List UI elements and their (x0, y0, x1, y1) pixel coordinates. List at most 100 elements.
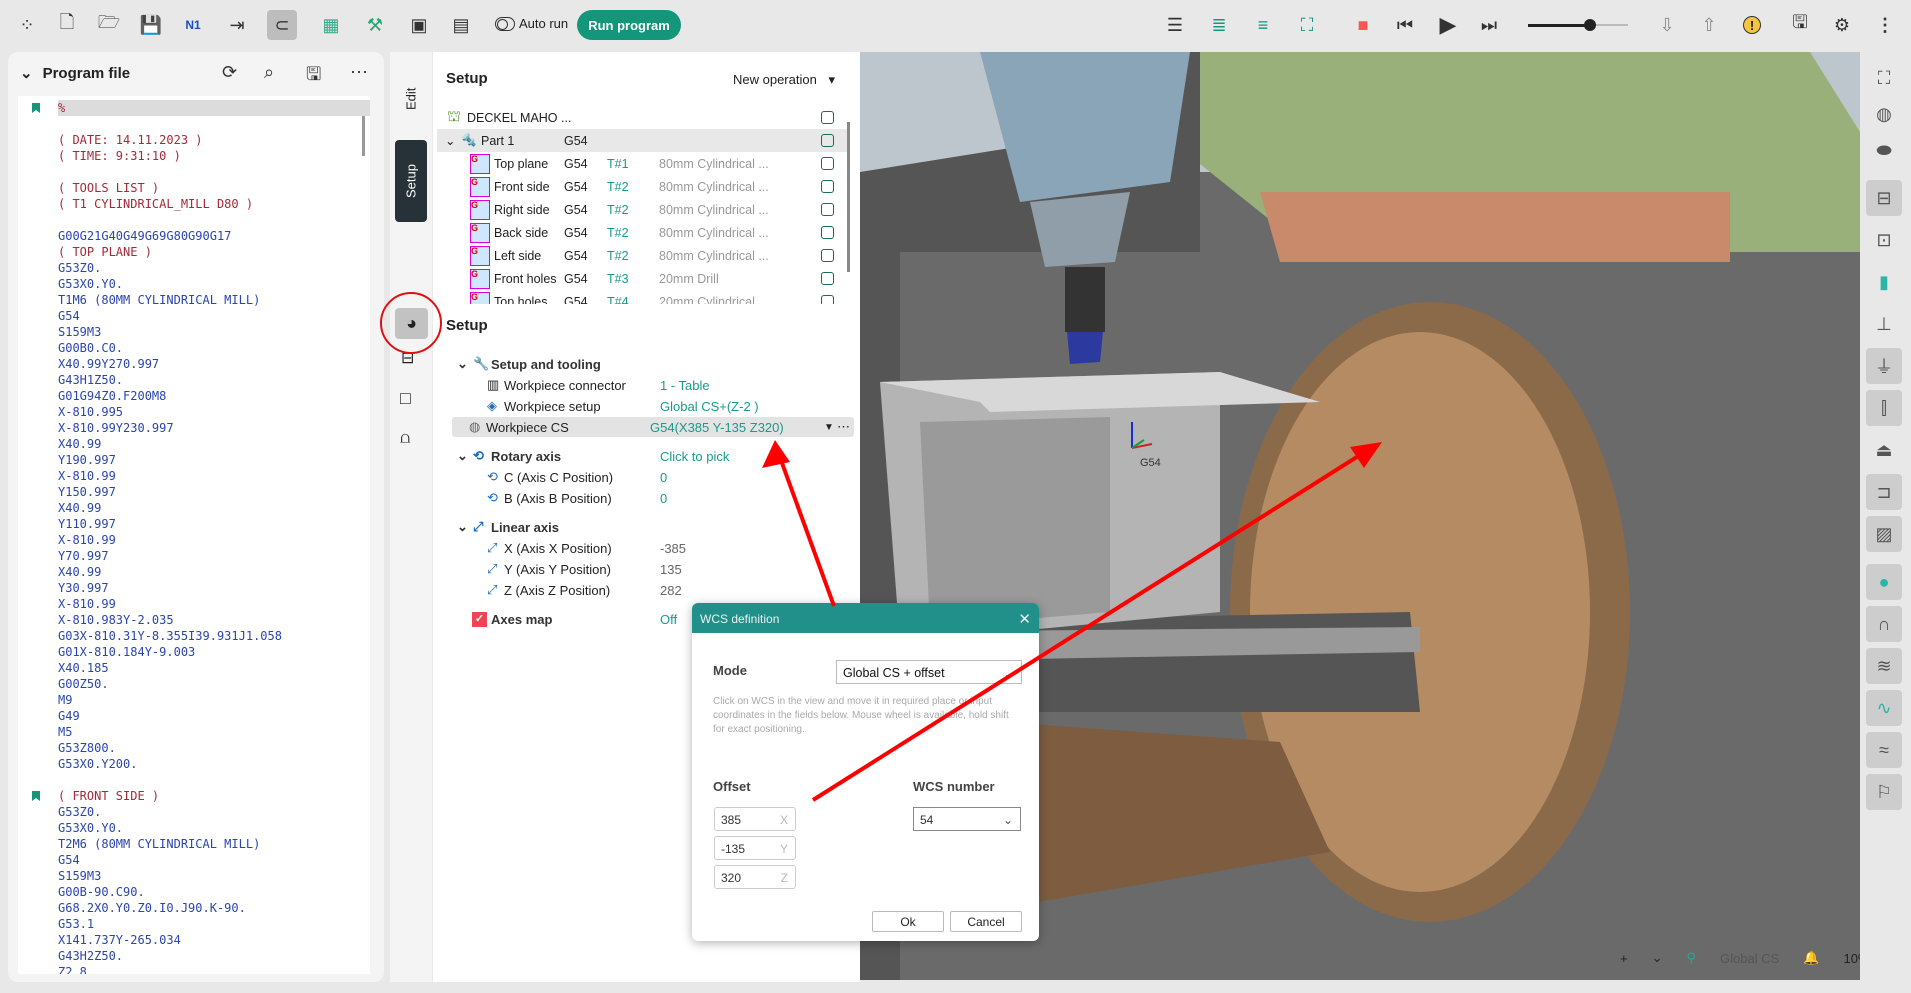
bookmark-icon[interactable] (32, 791, 40, 801)
list-indent-icon[interactable]: ≣ (1204, 10, 1234, 40)
code-line[interactable]: X40.99 (58, 564, 101, 580)
refresh-icon[interactable]: ⟳ (222, 62, 237, 83)
cs-axes-icon[interactable]: ⚲ (1687, 950, 1697, 966)
slider-knob[interactable] (1584, 19, 1596, 31)
ok-button[interactable]: Ok (872, 911, 944, 932)
more-icon[interactable]: ⋯ (350, 62, 368, 83)
apps-icon[interactable]: ⁘ (12, 10, 42, 40)
code-line[interactable]: G49 (58, 708, 80, 724)
surface-icon[interactable]: ≋ (1866, 648, 1902, 684)
checkbox[interactable] (821, 295, 834, 304)
checkbox[interactable] (821, 226, 834, 239)
group-rotary-axis[interactable]: ⌄ ⟲ Rotary axis Click to pick (451, 446, 861, 466)
fixture-icon[interactable]: ⊡ (1866, 222, 1902, 258)
controller-icon[interactable]: ▣ (404, 10, 434, 40)
hatch-icon[interactable]: ▨ (1866, 516, 1902, 552)
code-line[interactable]: X40.99 (58, 500, 101, 516)
more-icon[interactable]: ⋯ (837, 419, 850, 435)
code-line[interactable]: Y110.997 (58, 516, 116, 532)
code-line[interactable]: ( T1 CYLINDRICAL_MILL D80 ) (58, 196, 253, 212)
mode-select[interactable]: Global CS + offset ⌄ (836, 660, 1022, 684)
cancel-button[interactable]: Cancel (950, 911, 1022, 932)
code-line[interactable]: X-810.99 (58, 468, 116, 484)
fixture-icon[interactable]: ⊟ (401, 348, 414, 368)
tool-icon[interactable]: ⫿ (1866, 390, 1902, 426)
tree-item-operation[interactable]: G Top plane G54 T#1 80mm Cylindrical ... (437, 152, 857, 175)
code-line[interactable]: Y70.997 (58, 548, 109, 564)
code-line[interactable]: ( FRONT SIDE ) (58, 788, 159, 804)
prop-y-axis[interactable]: ⤢ Y (Axis Y Position) 135 (451, 559, 861, 579)
tab-edit[interactable]: Edit (395, 74, 427, 124)
offset-y-input[interactable]: -135 Y (714, 836, 796, 860)
code-line[interactable]: G00G21G40G49G69G80G90G17 (58, 228, 231, 244)
more-vertical-icon[interactable]: ⋮ (1870, 10, 1900, 40)
machine-base-icon[interactable]: ⊟ (1866, 180, 1902, 216)
code-line[interactable]: X-810.99 (58, 532, 116, 548)
chevron-down-icon[interactable]: ⌄ (445, 133, 455, 148)
prop-x-axis[interactable]: ⤢ X (Axis X Position) -385 (451, 538, 861, 558)
speed-slider[interactable] (1528, 19, 1628, 31)
play-icon[interactable]: ▶ (1433, 10, 1463, 40)
scrollbar[interactable] (362, 116, 365, 156)
code-line[interactable]: G00Z50. (58, 676, 109, 692)
surface-flag-icon[interactable]: ⚐ (1866, 774, 1902, 810)
code-line[interactable]: ( TOP PLANE ) (58, 244, 152, 260)
fit-icon[interactable]: ⛶ (1292, 10, 1322, 40)
code-line[interactable]: G53X0.Y0. (58, 276, 123, 292)
prop-workpiece-cs[interactable]: ◍ Workpiece CS G54(X385 Y-135 Z320) ▼ ⋯ (452, 417, 854, 437)
group-setup-tooling[interactable]: ⌄ 🔧 Setup and tooling (451, 354, 861, 374)
code-line[interactable]: X-810.99Y230.997 (58, 420, 174, 436)
code-line[interactable]: M9 (58, 692, 72, 708)
code-line[interactable]: G53.1 (58, 916, 94, 932)
code-line[interactable]: G68.2X0.Y0.Z0.I0.J90.K-90. (58, 900, 246, 916)
stop-icon[interactable]: ■ (1348, 10, 1378, 40)
code-line[interactable]: Y30.997 (58, 580, 109, 596)
code-line[interactable]: X40.99Y270.997 (58, 356, 159, 372)
code-line[interactable]: G53Z800. (58, 740, 116, 756)
code-line[interactable]: X-810.99 (58, 596, 116, 612)
checkbox[interactable] (821, 203, 834, 216)
code-line[interactable]: X-810.995 (58, 404, 123, 420)
code-line[interactable]: X-810.983Y-2.035 (58, 612, 174, 628)
magnet-icon[interactable]: ⊂ (267, 10, 297, 40)
code-line[interactable]: S159M3 (58, 868, 101, 884)
bookmark-icon[interactable] (32, 103, 40, 113)
code-line[interactable]: G00B0.C0. (58, 340, 123, 356)
prop-workpiece-connector[interactable]: ▥ Workpiece connector 1 - Table (451, 375, 861, 395)
tree-item-operation[interactable]: G Right side G54 T#2 80mm Cylindrical ... (437, 198, 857, 221)
machine-part-icon[interactable]: ⏏ (1866, 432, 1902, 468)
wcs-number-select[interactable]: 54 ⌄ (913, 807, 1021, 831)
code-line[interactable]: X40.99 (58, 436, 101, 452)
code-line[interactable]: % (58, 100, 370, 116)
prop-z-axis[interactable]: ⤢ Z (Axis Z Position) 282 (451, 580, 861, 600)
code-line[interactable]: G00B-90.C90. (58, 884, 145, 900)
tree-item-operation[interactable]: G Front side G54 T#2 80mm Cylindrical ... (437, 175, 857, 198)
workpiece-cs-icon[interactable]: ◕ (395, 308, 428, 339)
save-icon[interactable]: 🖫 (306, 62, 321, 92)
code-editor[interactable]: % ( DATE: 14.11.2023 )( TIME: 9:31:10 ) ( … (18, 96, 370, 974)
tree-scrollbar[interactable] (847, 122, 850, 272)
tools-icon[interactable]: ⚒ (360, 10, 390, 40)
code-line[interactable]: G01G94Z0.F200M8 (58, 388, 166, 404)
code-line[interactable]: T1M6 (80MM CYLINDRICAL MILL) (58, 292, 260, 308)
code-line[interactable]: G03X-810.31Y-8.355I39.931J1.058 (58, 628, 282, 644)
code-line[interactable]: G43H2Z50. (58, 948, 123, 964)
checkbox[interactable] (821, 134, 834, 147)
dropdown-icon[interactable]: ▼ (824, 422, 834, 433)
code-line[interactable]: G53X0.Y0. (58, 820, 123, 836)
tree-item-machine[interactable]: ⛫ DECKEL MAHO ... (437, 106, 857, 129)
offset-x-input[interactable]: 385 X (714, 807, 796, 831)
group-linear-axis[interactable]: ⌄ ⤢ Linear axis (451, 517, 861, 537)
save-icon[interactable]: 💾 (136, 10, 166, 40)
offset-z-input[interactable]: 320 Z (714, 865, 796, 889)
stock-icon[interactable]: ▮ (1866, 264, 1902, 300)
code-line[interactable]: M5 (58, 724, 72, 740)
code-line[interactable]: Z2.8 (58, 964, 87, 974)
code-line[interactable]: G53X0.Y200. (58, 756, 137, 772)
code-line[interactable]: ( DATE: 14.11.2023 ) (58, 132, 203, 148)
step-forward-icon[interactable]: ⏭ (1474, 10, 1504, 40)
code-line[interactable]: G01X-810.184Y-9.003 (58, 644, 195, 660)
checkbox[interactable] (821, 111, 834, 124)
tool-holder-icon[interactable]: ⏚ (1866, 348, 1902, 384)
chevron-down-icon[interactable]: ⌄ (1652, 950, 1663, 966)
